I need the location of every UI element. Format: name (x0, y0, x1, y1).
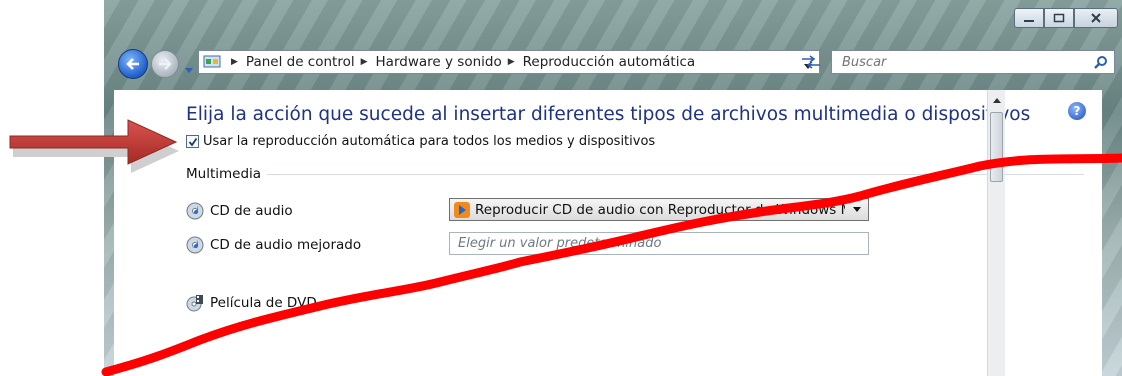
enhanced-audio-cd-icon (186, 236, 204, 254)
scroll-up-icon[interactable] (992, 96, 1002, 104)
close-button[interactable] (1074, 8, 1118, 28)
breadcrumb-separator-icon: ▶ (507, 57, 515, 67)
chevron-down-icon (853, 207, 861, 212)
breadcrumb-item-control-panel[interactable]: Panel de control (246, 54, 355, 70)
breadcrumb-separator-icon: ▶ (360, 57, 368, 67)
multimedia-section-header: Multimedia (186, 166, 1084, 182)
enhanced-audio-cd-action-select[interactable]: Elegir un valor predeterminado (449, 232, 869, 255)
minimize-button[interactable] (1014, 8, 1044, 28)
breadcrumb: ▶ Panel de control ▶ Hardware y sonido ▶… (225, 54, 695, 70)
refresh-icon (802, 55, 820, 69)
windows-media-player-icon (454, 201, 470, 218)
chevron-down-icon (185, 68, 193, 73)
breadcrumb-separator-icon: ▶ (231, 57, 238, 67)
breadcrumb-item-hardware-sound[interactable]: Hardware y sonido (376, 54, 502, 70)
address-bar[interactable]: ▶ Panel de control ▶ Hardware y sonido ▶… (198, 50, 820, 74)
dvd-movie-icon (186, 295, 203, 312)
close-icon (1091, 13, 1101, 23)
refresh-button[interactable] (800, 54, 822, 73)
media-item-label: CD de audio mejorado (210, 237, 362, 253)
section-divider (267, 173, 1084, 175)
search-icon[interactable] (1094, 54, 1108, 73)
select-value: Reproducir CD de audio con Reproductor d… (475, 201, 845, 218)
minimize-icon (1024, 20, 1034, 22)
back-arrow-icon (126, 58, 139, 70)
section-title: Multimedia (186, 166, 262, 182)
window-controls (1014, 8, 1118, 28)
autoplay-checkbox[interactable] (186, 135, 199, 148)
forward-button[interactable] (151, 50, 179, 78)
annotation-arrow-icon (9, 119, 179, 173)
media-item-audio-cd: CD de audio (186, 202, 293, 220)
checkmark-icon (188, 137, 197, 146)
scroll-thumb[interactable] (990, 112, 1003, 182)
select-placeholder: Elegir un valor predeterminado (458, 236, 662, 251)
breadcrumb-item-autoplay[interactable]: Reproducción automática (523, 54, 696, 70)
page-title: Elija la acción que sucede al insertar d… (186, 104, 1031, 125)
maximize-icon (1053, 13, 1065, 23)
maximize-button[interactable] (1044, 8, 1074, 28)
control-panel-icon (203, 54, 225, 70)
search-box[interactable] (831, 50, 1115, 74)
autoplay-option[interactable]: Usar la reproducción automática para tod… (186, 134, 655, 149)
content-pane: Elija la acción que sucede al insertar d… (114, 90, 1102, 376)
back-button[interactable] (118, 49, 148, 79)
media-item-dvd-movie: Película de DVD (186, 294, 317, 312)
vertical-scrollbar[interactable] (987, 90, 1005, 376)
media-item-label: Película de DVD (210, 295, 317, 311)
audio-cd-icon (186, 202, 204, 220)
audio-cd-action-select[interactable]: Reproducir CD de audio con Reproductor d… (449, 198, 869, 221)
media-item-label: CD de audio (210, 203, 293, 219)
media-item-enhanced-audio-cd: CD de audio mejorado (186, 236, 361, 254)
search-input[interactable] (840, 54, 1084, 71)
autoplay-checkbox-label[interactable]: Usar la reproducción automática para tod… (203, 134, 655, 149)
forward-arrow-icon (159, 58, 172, 70)
help-icon[interactable]: ? (1068, 102, 1086, 120)
recent-pages-button[interactable] (184, 60, 194, 79)
